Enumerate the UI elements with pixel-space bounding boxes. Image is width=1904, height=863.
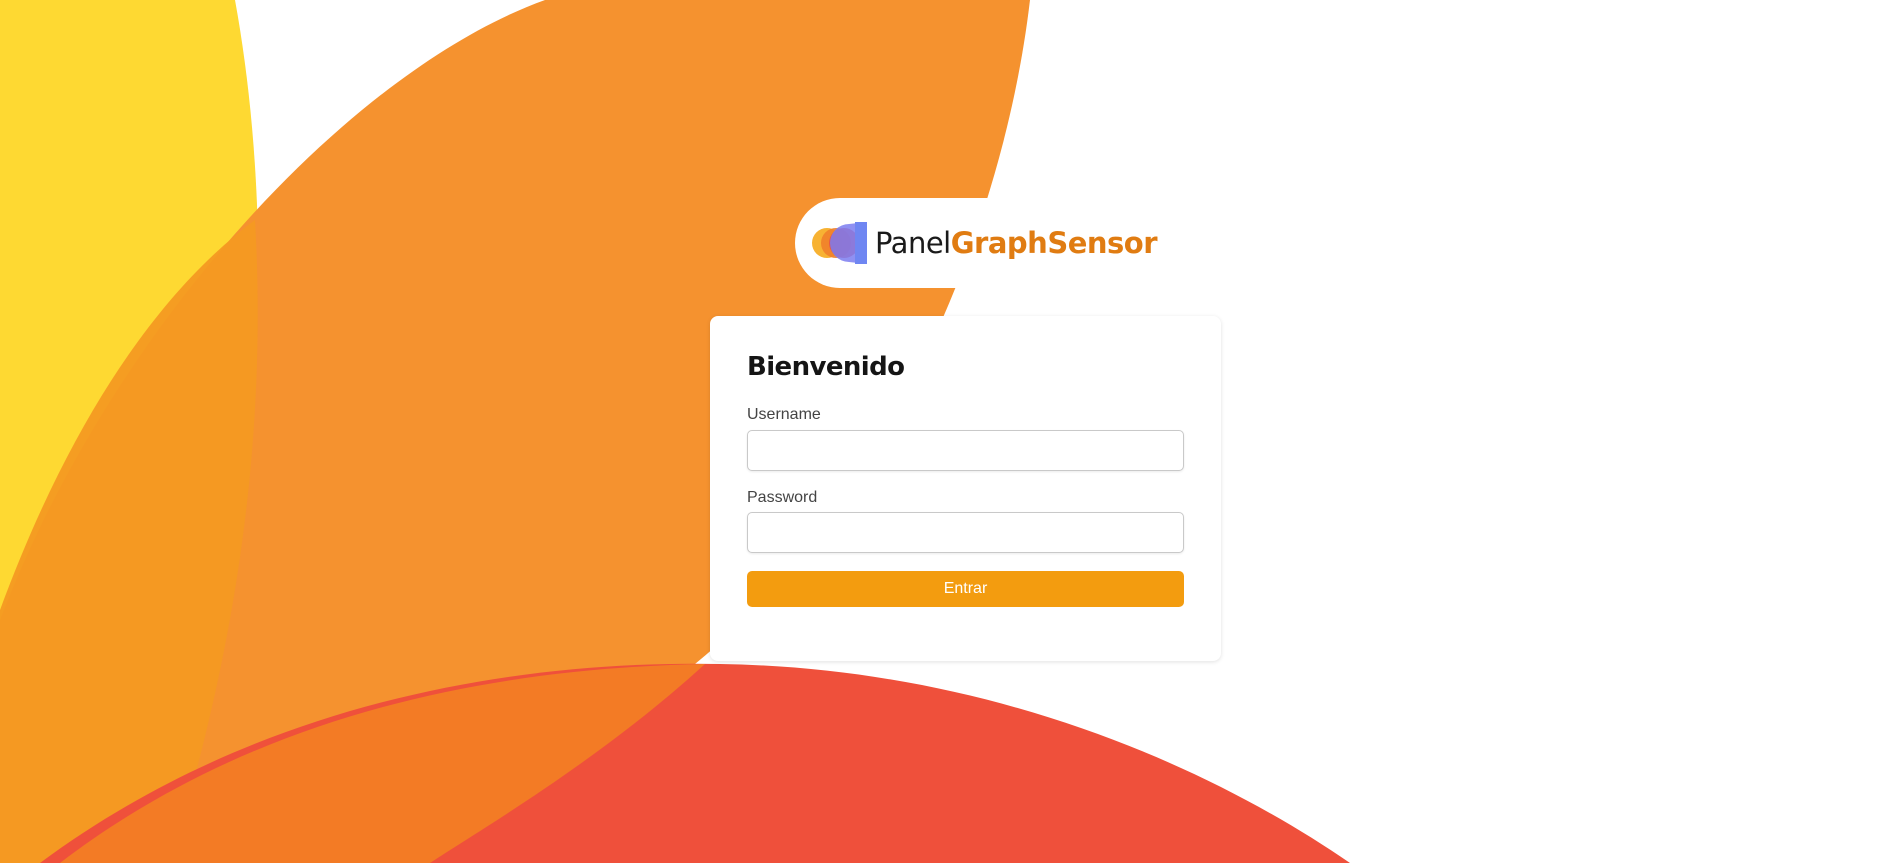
password-input[interactable] [747, 512, 1184, 554]
login-page: PanelGraphSensor Bienvenido Username Pas… [0, 0, 1904, 863]
page-title: Bienvenido [747, 352, 905, 382]
brand-name: PanelGraphSensor [875, 226, 1158, 260]
brand-name-part1: Panel [875, 226, 951, 260]
password-field-group: Password [747, 489, 1184, 554]
brand-logo: PanelGraphSensor [795, 198, 1158, 288]
submit-button[interactable]: Entrar [747, 571, 1184, 608]
password-label: Password [747, 488, 818, 506]
layered-circles-logo-icon [811, 220, 867, 266]
login-card: Bienvenido Username Password Entrar [710, 316, 1221, 661]
username-input[interactable] [747, 429, 1184, 471]
username-field-group: Username [747, 406, 1184, 471]
username-label: Username [747, 406, 821, 423]
brand-name-part2: GraphSensor [950, 226, 1158, 260]
